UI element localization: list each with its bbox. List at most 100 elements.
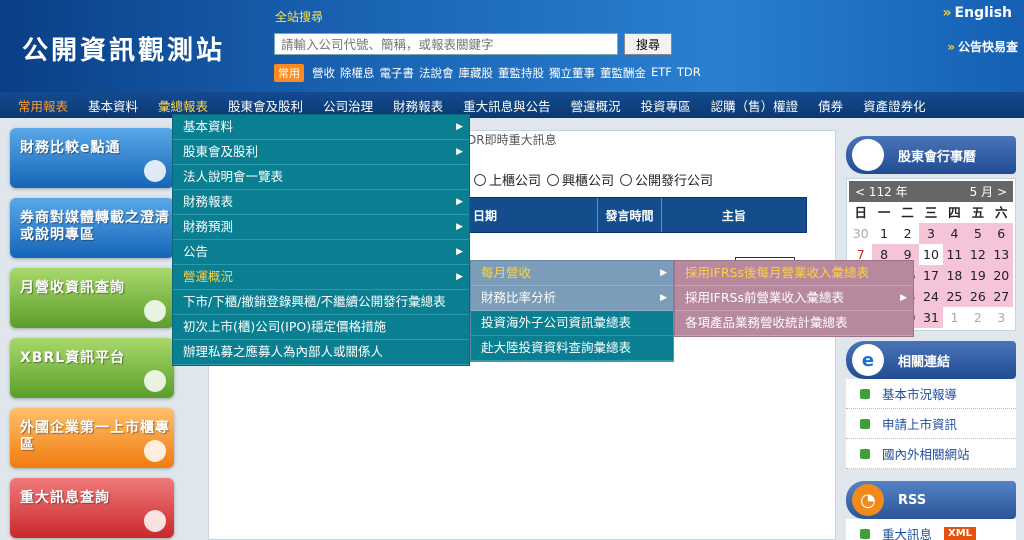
menu-item[interactable]: 股東會及股利 ▶ [173, 140, 469, 165]
nav-item-material-info[interactable]: 重大訊息與公告 [463, 96, 551, 115]
calendar-day[interactable]: 17 [919, 265, 943, 286]
calendar-day[interactable]: 13 [989, 244, 1013, 265]
calendar-day[interactable]: 10 [919, 244, 942, 265]
calendar-prev-button[interactable]: < 112 年 [855, 183, 908, 200]
calendar-day[interactable]: 3 [990, 307, 1013, 328]
english-link[interactable]: » English [943, 5, 1013, 21]
summary-reports-menu: 基本資料 ▶ 股東會及股利 ▶ 法人說明會一覽表 財務報表 ▶ 財務預測 ▶ 公告 ▶ 營運概況 ▶ 下市… [172, 114, 470, 366]
menu-item[interactable]: 財務預測 ▶ [173, 215, 469, 240]
calendar-next-button[interactable]: 5 月 > [970, 183, 1007, 200]
radio-circle-icon [547, 174, 560, 186]
search-button[interactable]: 搜尋 [624, 33, 672, 55]
calendar-day[interactable]: 2 [966, 307, 989, 328]
link-listing-info[interactable]: 申請上市資訊 [846, 409, 1016, 439]
calendar-day[interactable]: 26 [966, 286, 990, 307]
calendar-day[interactable]: 6 [989, 223, 1013, 244]
calendar-day[interactable]: 25 [942, 286, 967, 307]
calendar-day[interactable]: 12 [966, 244, 990, 265]
calendar-day[interactable]: 27 [989, 286, 1013, 307]
calendar-weekday: 日 [854, 205, 867, 220]
calendar-day[interactable]: 30 [849, 223, 872, 244]
nav-item-summary-reports[interactable]: 彙總報表 [158, 96, 208, 115]
promo-material-info[interactable]: 重大訊息查詢 [10, 478, 174, 538]
magnifier-icon [144, 300, 166, 322]
market-radio-group: 上櫃公司 興櫃公司 公開發行公司 [474, 170, 713, 189]
promo-monthly-revenue[interactable]: 月營收資訊查詢 [10, 268, 174, 328]
radio-label: 興櫃公司 [562, 174, 615, 189]
rss-material-info[interactable]: 重大訊息 XML [846, 519, 1016, 540]
radio-emerging[interactable]: 興櫃公司 [547, 170, 614, 189]
search-input[interactable] [274, 33, 618, 55]
menu-item[interactable]: 法人說明會一覽表 [173, 165, 469, 190]
menu-item[interactable]: 基本資料 ▶ [173, 115, 469, 140]
news-link[interactable]: » 公告快易查 [947, 38, 1018, 55]
menu-item[interactable]: 每月營收 ▶ [471, 261, 673, 286]
nav-item-operations[interactable]: 營運概況 [571, 96, 621, 115]
link-related-sites[interactable]: 國內外相關網站 [846, 439, 1016, 469]
menu-item[interactable]: 營運概況 ▶ [173, 265, 469, 290]
calendar-day[interactable]: 1 [943, 307, 966, 328]
promo-label: XBRL資訊平台 [20, 350, 126, 366]
nav-item-bonds[interactable]: 債券 [818, 96, 843, 115]
site-logo[interactable]: 公開資訊觀測站 [22, 30, 225, 67]
menu-item[interactable]: 公告 ▶ [173, 240, 469, 265]
menu-item[interactable]: 財務比率分析 ▶ [471, 286, 673, 311]
calendar-day[interactable]: 19 [966, 265, 990, 286]
calendar-day[interactable]: 31 [919, 307, 943, 328]
calendar-day[interactable]: 20 [989, 265, 1013, 286]
menu-item[interactable]: 辦理私募之應募人為內部人或關係人 [173, 340, 469, 365]
calendar-day[interactable]: 24 [919, 286, 943, 307]
promo-label: 券商對媒體轉載之澄清或說明專區 [20, 210, 170, 243]
submenu-arrow-icon: ▶ [456, 272, 463, 282]
menu-item-label: 基本資料 [183, 119, 234, 134]
quick-link[interactable]: 除權息 [340, 65, 375, 81]
nav-item-common-reports[interactable]: 常用報表 [18, 96, 68, 115]
menu-item[interactable]: 下市/下櫃/撤銷登錄興櫃/不繼續公開發行彙總表 [173, 290, 469, 315]
calendar-day[interactable]: 1 [872, 223, 895, 244]
plus-icon [860, 448, 870, 459]
quick-link[interactable]: ETF [651, 65, 672, 81]
promo-financial-compare[interactable]: 財務比較e點通 [10, 128, 174, 188]
radio-public[interactable]: 公開發行公司 [620, 170, 713, 189]
calendar-day[interactable]: 18 [942, 265, 967, 286]
quick-link[interactable]: 電子書 [380, 65, 415, 81]
nav-item-governance[interactable]: 公司治理 [323, 96, 373, 115]
menu-item[interactable]: 赴大陸投資資料查詢彙總表 [471, 336, 673, 361]
menu-item[interactable]: 初次上市(櫃)公司(IPO)穩定價格措施 [173, 315, 469, 340]
menu-item[interactable]: 投資海外子公司資訊彙總表 [471, 311, 673, 336]
quick-link[interactable]: 營收 [312, 65, 335, 81]
radio-otc[interactable]: 上櫃公司 [474, 170, 541, 189]
quick-link[interactable]: 庫藏股 [459, 65, 494, 81]
link-market-report[interactable]: 基本市況報導 [846, 379, 1016, 409]
nav-item-warrants[interactable]: 認購（售）權證 [711, 96, 799, 115]
nav-item-investment[interactable]: 投資專區 [641, 96, 691, 115]
nav-item-shareholders[interactable]: 股東會及股利 [228, 96, 303, 115]
quick-link[interactable]: 董監酬金 [600, 65, 646, 81]
menu-item[interactable]: 採用IFRSs後每月營業收入彙總表 [675, 261, 913, 286]
calendar-day[interactable]: 5 [966, 223, 990, 244]
quick-link[interactable]: 獨立董事 [549, 65, 595, 81]
menu-item[interactable]: 採用IFRSs前營業收入彙總表 ▶ [675, 286, 913, 311]
promo-media-clarification[interactable]: 券商對媒體轉載之澄清或說明專區 [10, 198, 174, 258]
calendar-day[interactable]: 2 [896, 223, 919, 244]
double-arrow-icon: » [942, 5, 952, 21]
menu-item[interactable]: 各項產品業務營收統計彙總表 [675, 311, 913, 336]
quick-link[interactable]: 董監持股 [498, 65, 544, 81]
promo-foreign-companies[interactable]: 外國企業第一上市櫃專區 [10, 408, 174, 468]
calendar-day[interactable]: 11 [942, 244, 967, 265]
nav-item-basic-data[interactable]: 基本資料 [88, 96, 138, 115]
calendar-weekday: 五 [971, 205, 985, 220]
nav-item-financial-reports[interactable]: 財務報表 [393, 96, 443, 115]
nav-item-securitization[interactable]: 資產證券化 [863, 96, 926, 115]
quick-link[interactable]: 法說會 [419, 65, 454, 81]
quick-link[interactable]: TDR [677, 65, 701, 81]
calendar-weekday: 二 [901, 205, 914, 220]
menu-item[interactable]: 財務報表 ▶ [173, 190, 469, 215]
calendar-day[interactable]: 4 [942, 223, 967, 244]
promo-xbrl[interactable]: XBRL資訊平台 [10, 338, 174, 398]
xml-badge[interactable]: XML [944, 527, 977, 540]
calendar-day[interactable]: 3 [919, 223, 943, 244]
right-sidebar: ▦ 股東會行事曆 < 112 年 5 月 > 日一二三四五六 30 1 2 3 4 5 6 7 8… [846, 136, 1016, 540]
calendar-month: 5 月 [969, 185, 994, 199]
tab-tdr-material-info[interactable]: DR即時重大訊息 [467, 131, 557, 148]
